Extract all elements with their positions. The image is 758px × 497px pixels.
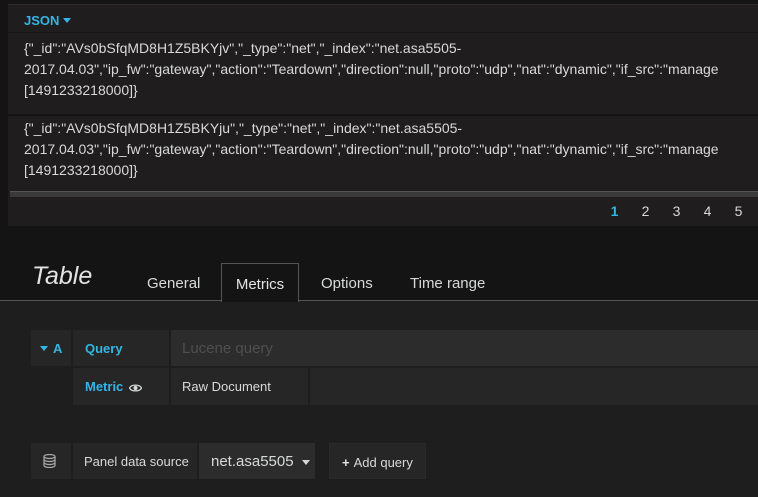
row-text-line: [1491233218000]} xyxy=(24,162,138,178)
row-text-line: 2017.04.03","ip_fw":"gateway","action":"… xyxy=(24,141,719,157)
row-text-line: 2017.04.03","ip_fw":"gateway","action":"… xyxy=(24,61,719,77)
caret-down-icon xyxy=(301,460,310,465)
datasource-value: net.asa5505 xyxy=(211,453,294,470)
plus-icon: + xyxy=(342,455,350,470)
add-query-button[interactable]: + Add query xyxy=(329,443,426,479)
datasource-icon-cell xyxy=(31,443,71,479)
tab-general[interactable]: General xyxy=(147,263,200,301)
datasource-select[interactable]: net.asa5505 xyxy=(199,443,315,479)
page-link-5[interactable]: 5 xyxy=(723,203,754,221)
add-query-label: Add query xyxy=(353,455,413,470)
caret-down-icon xyxy=(63,18,72,23)
metric-label-cell: Metric xyxy=(73,368,169,405)
query-label: Query xyxy=(73,330,169,366)
json-panel: JSON {"_id":"AVs0bSfqMD8H1Z5BKYjv","_typ… xyxy=(8,4,758,226)
lucene-query-input[interactable] xyxy=(171,330,758,366)
query-ref-toggle[interactable]: A xyxy=(31,330,71,366)
page-link-2[interactable]: 2 xyxy=(630,203,661,221)
table-row: {"_id":"AVs0bSfqMD8H1Z5BKYjv","_type":"n… xyxy=(8,38,758,116)
json-column-header[interactable]: JSON xyxy=(24,13,72,28)
table-row: {"_id":"AVs0bSfqMD8H1Z5BKYju","_type":"n… xyxy=(8,118,758,196)
datasource-label: Panel data source xyxy=(73,443,197,479)
pagination: 1 2 3 4 5 xyxy=(599,203,754,221)
database-icon xyxy=(43,454,56,468)
json-column-title: JSON xyxy=(24,13,60,28)
query-ref-id: A xyxy=(53,341,63,356)
row-text-line: {"_id":"AVs0bSfqMD8H1Z5BKYjv","_type":"n… xyxy=(24,40,462,56)
editor-title: Table xyxy=(32,262,93,290)
metric-label: Metric xyxy=(85,379,124,394)
page-link-1[interactable]: 1 xyxy=(599,203,630,221)
tab-time-range[interactable]: Time range xyxy=(410,263,485,301)
tab-metrics[interactable]: Metrics xyxy=(221,263,299,302)
eye-icon[interactable] xyxy=(129,383,143,393)
row-text-line: {"_id":"AVs0bSfqMD8H1Z5BKYju","_type":"n… xyxy=(24,120,463,136)
page-link-3[interactable]: 3 xyxy=(661,203,692,221)
metric-type-select[interactable]: Raw Document xyxy=(171,368,308,405)
json-panel-header: JSON xyxy=(8,5,758,33)
row-text-line: [1491233218000]} xyxy=(24,82,138,98)
active-tab-gap xyxy=(222,300,298,301)
caret-down-icon xyxy=(40,346,48,351)
page-link-4[interactable]: 4 xyxy=(692,203,723,221)
horizontal-scrollbar[interactable] xyxy=(10,191,758,197)
tab-options[interactable]: Options xyxy=(321,263,373,301)
tab-divider xyxy=(0,300,758,301)
metric-row-filler xyxy=(310,368,758,405)
